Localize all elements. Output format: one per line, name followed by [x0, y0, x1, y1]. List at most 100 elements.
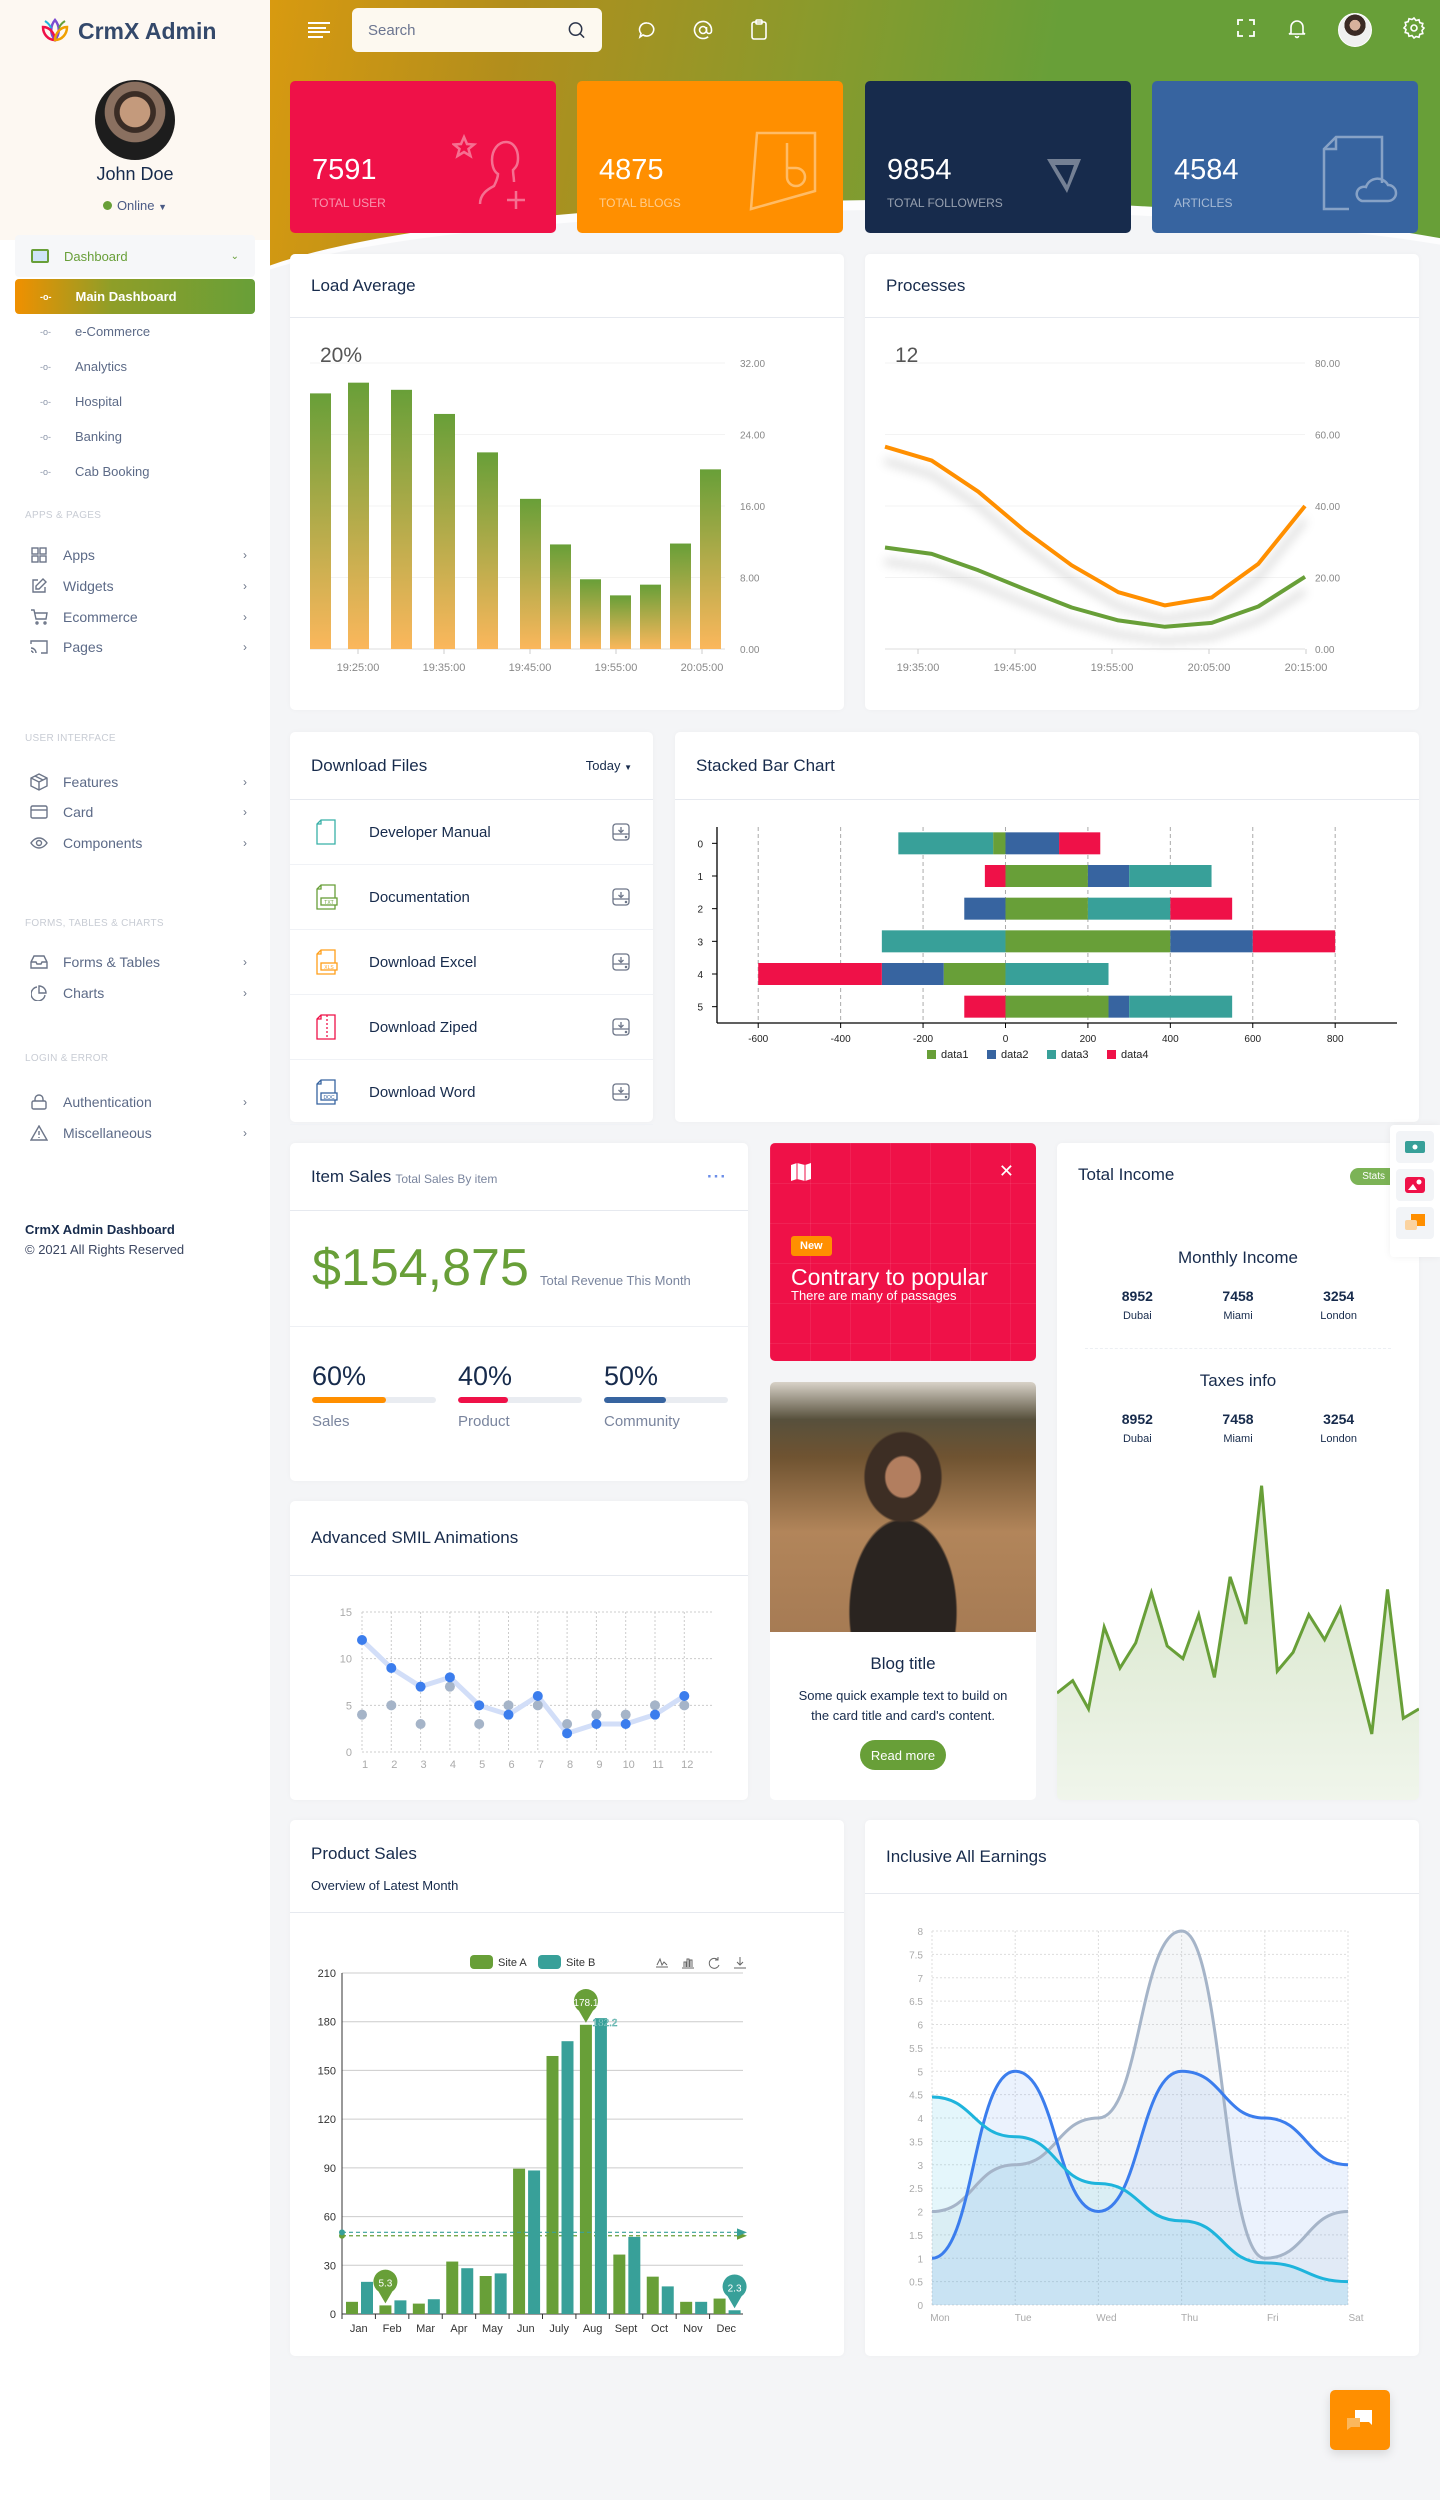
image-icon[interactable]: [1396, 1169, 1434, 1201]
income-sparkline: [1057, 1485, 1419, 1800]
sidebar-subitem-analytics[interactable]: -o- Analytics: [15, 349, 255, 384]
legend-swatch: [470, 1955, 493, 1969]
bar: [434, 413, 455, 649]
date-filter-dropdown[interactable]: Today ▼: [586, 758, 632, 773]
user-name: John Doe: [96, 164, 174, 184]
tick-label: 19:45:00: [509, 662, 552, 674]
gear-icon[interactable]: [1402, 16, 1426, 45]
sidebar-subitem-hospital[interactable]: -o- Hospital: [15, 384, 255, 419]
tick-label: 0: [917, 2301, 923, 2312]
menu-toggle-button[interactable]: [308, 22, 330, 38]
stat-card-total-user[interactable]: 7591 TOTAL USER: [290, 81, 556, 233]
stat-card-total-blogs[interactable]: 4875 TOTAL BLOGS: [577, 81, 843, 233]
product-sales-card: Product Sales Overview of Latest Month S…: [290, 1820, 844, 2356]
monitor-icon: [31, 249, 49, 263]
cart-icon: [30, 609, 48, 625]
user-status-dropdown[interactable]: Online ▼: [0, 198, 270, 213]
download-file-row[interactable]: TXT Documentation: [290, 865, 653, 930]
download-file-row[interactable]: DOC Download Word: [290, 1060, 653, 1125]
stat-card-articles[interactable]: 4584 ARTICLES: [1152, 81, 1418, 233]
stat-value: 4875: [599, 154, 664, 186]
tick-label: 3: [697, 937, 703, 948]
download-icon[interactable]: [734, 1957, 746, 1969]
point-series-a: [650, 1709, 660, 1720]
download-drive-icon[interactable]: [611, 887, 631, 907]
user-avatar[interactable]: [95, 80, 175, 160]
file-name: Download Excel: [369, 953, 477, 971]
footer-copyright: © 2021 All Rights Reserved: [25, 1242, 185, 1257]
toolbox-glyph: [682, 1958, 694, 1969]
point-series-b: [357, 1709, 367, 1720]
sidebar-subitem-cab-booking[interactable]: -o- Cab Booking: [15, 454, 255, 489]
bar-data2: [964, 897, 1006, 920]
sidebar-item-miscellaneous[interactable]: Miscellaneous ›: [15, 1113, 255, 1153]
point-series-a: [386, 1663, 397, 1673]
sidebar-subitem-e-commerce[interactable]: -o-e-Commerce: [15, 314, 255, 349]
file-name: Download Word: [369, 1083, 476, 1101]
close-icon[interactable]: ✕: [999, 1161, 1014, 1182]
user-status-label: Online: [116, 198, 155, 213]
app-title: CrmX Admin: [78, 17, 217, 44]
chat-bubble-icon[interactable]: [636, 19, 658, 41]
progress-bar: [604, 1397, 728, 1403]
bullet-icon: -o-: [40, 396, 51, 407]
bar-chart-icon[interactable]: [682, 1958, 694, 1969]
sidebar-subitem-banking[interactable]: -o- Banking: [15, 419, 255, 454]
income-value: 7458: [1222, 1411, 1254, 1427]
tick-label: 19:55:00: [595, 662, 638, 674]
earnings-card: Inclusive All Earnings 0 0.5 1 1.5 2 2.5 3 3.5 4…: [865, 1820, 1419, 2356]
app-logo[interactable]: CrmX Admin: [40, 16, 216, 46]
money-icon[interactable]: [1396, 1131, 1434, 1163]
download-drive-icon[interactable]: [611, 1017, 631, 1037]
read-more-button[interactable]: Read more: [860, 1740, 946, 1770]
tick-label: 32.00: [740, 359, 765, 370]
bar-site-a: [346, 2301, 358, 2314]
download-drive-icon[interactable]: [611, 952, 631, 972]
at-sign-icon[interactable]: [692, 19, 714, 41]
legend-swatch: [538, 1955, 561, 1969]
refresh-icon[interactable]: [708, 1957, 720, 1969]
more-options-icon[interactable]: ···: [707, 1167, 727, 1187]
download-drive-icon[interactable]: [611, 822, 631, 842]
monthly-income-row: 8952 Dubai 7458 Miami 3254 London: [1057, 1288, 1419, 1322]
sidebar-item-dashboard[interactable]: Dashboard ⌄: [15, 235, 255, 277]
sidebar-item-label: Analytics: [75, 359, 128, 374]
sidebar-item-label: Forms & Tables: [63, 954, 160, 970]
legend-swatch: [987, 1050, 996, 1059]
progress-bar: [312, 1397, 436, 1403]
file-name: Documentation: [369, 888, 470, 906]
card-title: Total Income: [1078, 1165, 1175, 1184]
bar: [310, 393, 331, 649]
bell-icon[interactable]: [1286, 17, 1308, 44]
download-file-row[interactable]: Developer Manual: [290, 800, 653, 865]
tick-label: 6: [917, 2021, 923, 2032]
bar-site-b: [628, 2236, 641, 2314]
sidebar-subitem-main-dashboard[interactable]: -o- Main Dashboard: [15, 279, 255, 314]
download-drive-icon[interactable]: [611, 1082, 631, 1102]
chat-fab-button[interactable]: [1330, 2390, 1390, 2450]
download-file-row[interactable]: Download Ziped: [290, 995, 653, 1060]
tick-label: 3: [421, 1759, 427, 1771]
sidebar-item-pages[interactable]: Pages ›: [15, 627, 255, 667]
clipboard-icon[interactable]: [748, 19, 770, 41]
search-icon[interactable]: [567, 20, 586, 40]
sidebar-item-components[interactable]: Components ›: [15, 823, 255, 863]
chevron-right-icon: ›: [243, 1095, 247, 1109]
bar-site-a: [446, 2261, 459, 2314]
card-title: Load Average: [290, 254, 844, 318]
search-input[interactable]: [368, 21, 567, 39]
sidebar-item-label: Cab Booking: [75, 464, 150, 479]
fullscreen-icon[interactable]: [1236, 18, 1256, 43]
bar-data2: [881, 963, 944, 985]
tick-label: 19:35:00: [423, 662, 466, 674]
tick-label: 40.00: [1315, 502, 1340, 513]
sidebar-item-charts[interactable]: Charts ›: [15, 973, 255, 1013]
download-file-row[interactable]: XLS Download Excel: [290, 930, 653, 995]
bar-data3: [1129, 865, 1212, 887]
chat-icon[interactable]: [1396, 1207, 1434, 1239]
line-chart-icon[interactable]: [656, 1957, 668, 1968]
profile-avatar[interactable]: [1338, 13, 1372, 47]
point-series-a: [562, 1728, 573, 1739]
stat-card-total-followers[interactable]: 9854 TOTAL FOLLOWERS: [865, 81, 1131, 233]
tick-label: Apr: [450, 2323, 467, 2335]
